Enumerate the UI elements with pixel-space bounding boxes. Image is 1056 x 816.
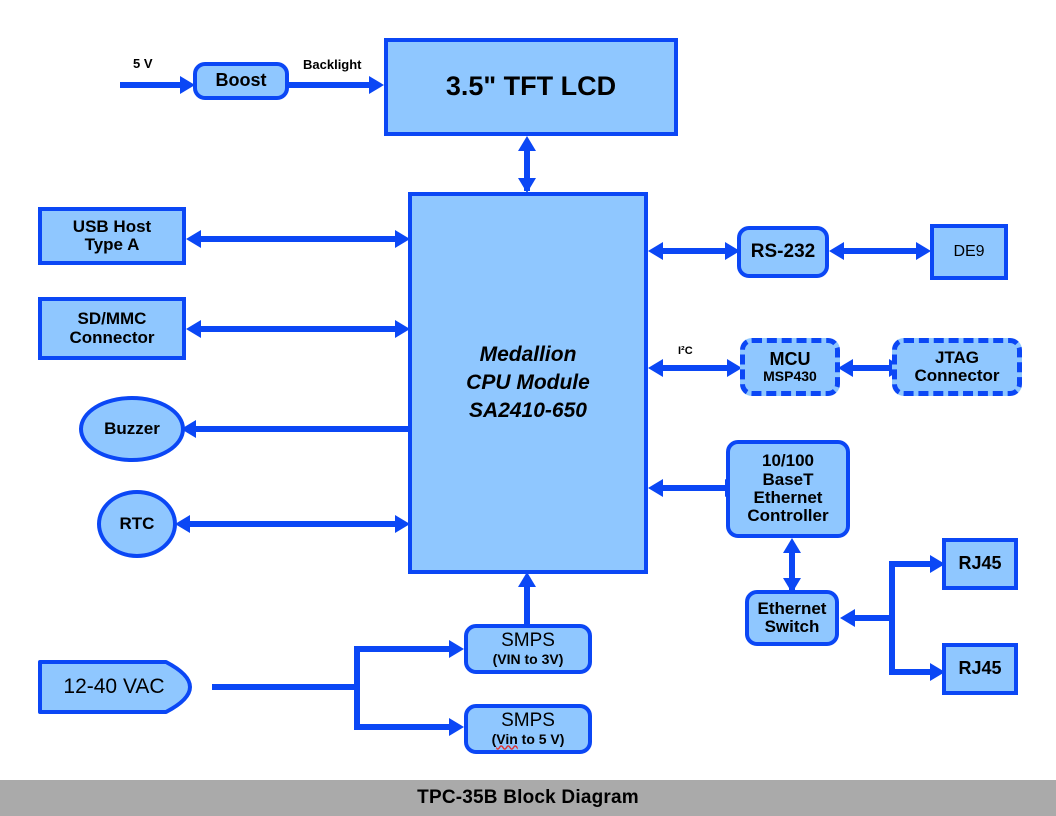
- block-smps-3v[interactable]: SMPS (VIN to 3V): [464, 624, 592, 674]
- arrowhead-lcd-down: [518, 178, 536, 193]
- block-rs232[interactable]: RS-232: [737, 226, 829, 278]
- block-smps-5v[interactable]: SMPS (Vin to 5 V): [464, 704, 592, 754]
- block-sdmmc-line2: Connector: [69, 327, 155, 347]
- block-rtc-label: RTC: [119, 514, 155, 533]
- wire-bus-to-rj45-1: [889, 561, 935, 567]
- arrowhead-sdmmc-right: [395, 320, 410, 338]
- wire-mcu-to-jtag: [851, 365, 893, 371]
- block-jtag-line1: JTAG: [934, 347, 980, 367]
- block-smps-3v-line2: (VIN to 3V): [492, 650, 564, 667]
- arrowhead-mcu-left: [648, 359, 663, 377]
- block-cpu-module-line3: SA2410-650: [469, 398, 587, 422]
- arrowhead-ethsw-up: [783, 538, 801, 553]
- diagram-caption-text: TPC-35B Block Diagram: [417, 787, 639, 808]
- wire-boost-to-lcd: [289, 82, 371, 88]
- arrowhead-smps3-in: [449, 640, 464, 658]
- wire-cpu-to-mcu: [661, 365, 731, 371]
- block-ethsw-line1: Ethernet: [757, 598, 827, 618]
- block-mcu-line1: MCU: [769, 348, 811, 369]
- wire-cpu-to-rs232: [661, 248, 729, 254]
- block-rj45-2-label: RJ45: [958, 658, 1002, 679]
- edge-label-i2c: I²C: [678, 345, 693, 357]
- block-smps-5v-line2: (Vin to 5 V): [492, 730, 565, 747]
- block-rj45-1-label: RJ45: [958, 553, 1002, 574]
- arrowhead-de9-right: [916, 242, 931, 260]
- block-sdmmc-connector[interactable]: SD/MMC Connector: [38, 297, 186, 360]
- block-sdmmc-line1: SD/MMC: [77, 309, 147, 329]
- block-buzzer-label: Buzzer: [104, 419, 160, 438]
- edge-label-backlight: Backlight: [303, 57, 362, 72]
- wire-bus-to-rj45-2: [889, 669, 935, 675]
- block-buzzer[interactable]: Buzzer: [79, 396, 185, 462]
- block-jtag-connector[interactable]: JTAG Connector: [892, 338, 1022, 396]
- block-ethctl-line1: 10/100: [762, 451, 814, 471]
- block-de9-label: DE9: [953, 243, 985, 261]
- block-rs232-label: RS-232: [750, 240, 816, 262]
- smps-5v-rest: to 5 V): [517, 730, 565, 747]
- block-mcu[interactable]: MCU MSP430: [740, 338, 840, 396]
- block-mcu-line2: MSP430: [763, 368, 817, 385]
- arrowhead-smps5-in: [449, 718, 464, 736]
- block-smps-5v-line1: SMPS: [501, 710, 555, 732]
- wire-rs232-to-de9: [842, 248, 920, 254]
- wire-vac-to-bus: [212, 684, 360, 690]
- arrowhead-boost-to-lcd: [369, 76, 384, 94]
- smps-5v-vin-misspelled: Vin: [496, 730, 518, 747]
- block-cpu-module-line1: Medallion: [479, 343, 577, 367]
- wire-smps-bus: [354, 646, 360, 730]
- block-rtc[interactable]: RTC: [97, 490, 177, 558]
- wire-cpu-to-buzzer: [196, 426, 408, 432]
- block-boost-label: Boost: [215, 70, 267, 91]
- wire-5v-to-boost: [120, 82, 182, 88]
- block-ethctl-line4: Controller: [747, 506, 829, 526]
- arrowhead-rs232-left: [648, 242, 663, 260]
- diagram-caption-bar: TPC-35B Block Diagram: [0, 780, 1056, 816]
- arrowhead-smps3-up: [518, 572, 536, 587]
- block-usb-host[interactable]: USB Host Type A: [38, 207, 186, 265]
- wire-cpu-to-ethctl: [661, 485, 729, 491]
- wire-rj45-bus: [889, 561, 895, 675]
- wire-bus-to-smps3: [354, 646, 452, 652]
- block-usb-host-line2: Type A: [84, 235, 140, 254]
- arrowhead-buzzer-left: [181, 420, 196, 438]
- block-vac-label: 12-40 VAC: [63, 675, 165, 698]
- block-jtag-line2: Connector: [914, 366, 1000, 385]
- block-de9[interactable]: DE9: [930, 224, 1008, 280]
- block-cpu-module[interactable]: Medallion CPU Module SA2410-650: [408, 192, 648, 574]
- arrowhead-ethsw-right-in: [840, 609, 855, 627]
- block-ethernet-controller[interactable]: 10/100 BaseT Ethernet Controller: [726, 440, 850, 538]
- arrowhead-rtc-left: [175, 515, 190, 533]
- block-tft-lcd-label: 3.5" TFT LCD: [445, 71, 617, 102]
- arrowhead-ethctl-left: [648, 479, 663, 497]
- block-rj45-1[interactable]: RJ45: [942, 538, 1018, 590]
- wire-bus-to-smps5: [354, 724, 452, 730]
- block-ethctl-line3: Ethernet: [753, 488, 823, 507]
- block-usb-host-line1: USB Host: [72, 216, 152, 236]
- wire-cpu-to-rtc: [190, 521, 398, 527]
- block-diagram-canvas: 5 V Boost Backlight 3.5" TFT LCD Medalli…: [0, 0, 1056, 816]
- block-ethsw-line2: Switch: [764, 617, 820, 636]
- arrowhead-usb-left: [186, 230, 201, 248]
- arrowhead-rtc-right: [395, 515, 410, 533]
- block-cpu-module-line2: CPU Module: [466, 371, 590, 395]
- arrowhead-sdmmc-left: [186, 320, 201, 338]
- block-boost[interactable]: Boost: [193, 62, 289, 100]
- block-ethernet-switch[interactable]: Ethernet Switch: [745, 590, 839, 646]
- block-rj45-2[interactable]: RJ45: [942, 643, 1018, 695]
- edge-label-5v: 5 V: [133, 56, 153, 71]
- wire-cpu-to-usb: [201, 236, 397, 242]
- arrowhead-lcd-up: [518, 136, 536, 151]
- block-tft-lcd[interactable]: 3.5" TFT LCD: [384, 38, 678, 136]
- block-ethctl-line2: BaseT: [762, 469, 814, 489]
- arrowhead-de9-left: [829, 242, 844, 260]
- block-vac-input[interactable]: 12-40 VAC: [38, 660, 218, 714]
- wire-cpu-to-sdmmc: [201, 326, 397, 332]
- arrowhead-usb-right: [395, 230, 410, 248]
- arrowhead-jtag-left: [838, 359, 853, 377]
- block-smps-3v-line1: SMPS: [501, 630, 555, 652]
